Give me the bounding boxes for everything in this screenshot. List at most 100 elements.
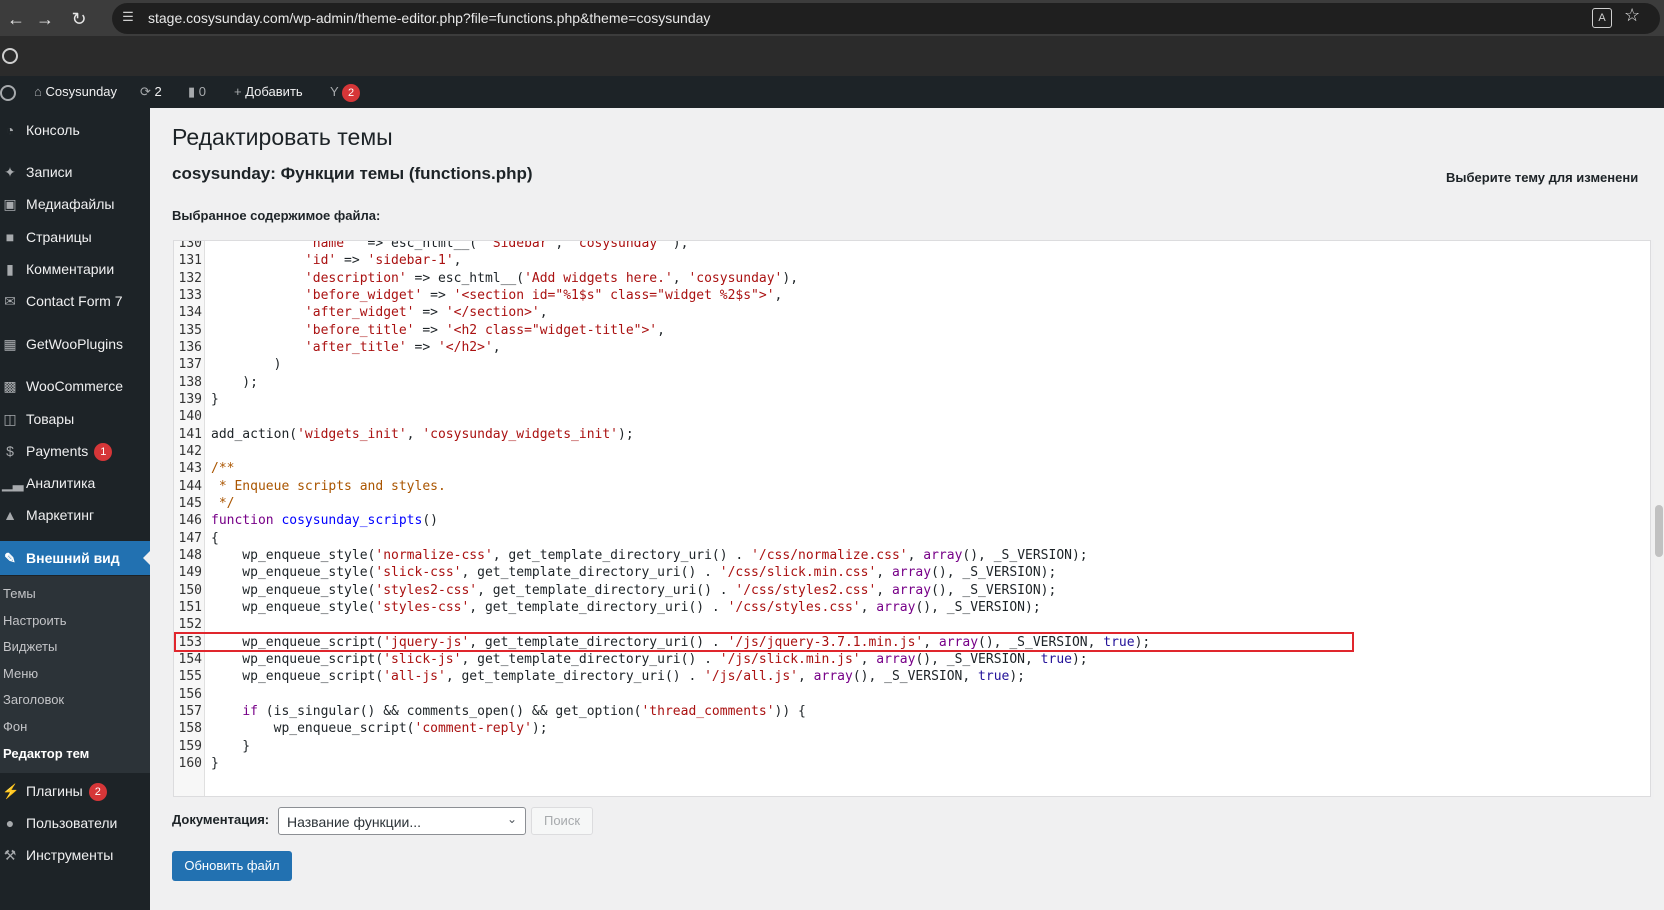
editor-scroll-thumb[interactable] — [1655, 505, 1663, 557]
submenu-widgets[interactable]: Виджеты — [3, 639, 57, 654]
code-line[interactable]: 131 'id' => 'sidebar-1', — [174, 252, 1650, 270]
code-text[interactable]: */ — [211, 495, 235, 513]
globe-icon[interactable] — [2, 48, 18, 64]
code-text[interactable]: /** — [211, 460, 234, 478]
code-line[interactable]: 141 add_action('widgets_init', 'cosysunda… — [174, 426, 1650, 444]
submenu-customize[interactable]: Настроить — [3, 613, 67, 628]
sidebar-item-woocommerce[interactable]: ▩ WooCommerce — [0, 369, 150, 403]
code-line[interactable]: 146 function cosysunday_scripts() — [174, 512, 1650, 530]
line-number: 145 — [178, 495, 202, 511]
site-settings-icon[interactable]: ☰ — [120, 9, 136, 25]
code-text[interactable]: wp_enqueue_script('all-js', get_template… — [211, 668, 1025, 686]
code-line[interactable]: 145 */ — [174, 495, 1650, 513]
submenu-theme-editor[interactable]: Редактор тем — [3, 746, 89, 761]
code-text[interactable]: wp_enqueue_script('slick-js', get_templa… — [211, 651, 1087, 669]
code-line[interactable]: 160} — [174, 755, 1650, 773]
code-text[interactable]: wp_enqueue_script('comment-reply'); — [211, 720, 548, 738]
sidebar-item-contact-form[interactable]: ✉ Contact Form 7 — [0, 284, 150, 318]
code-text[interactable]: 'before_title' => '<h2 class="widget-tit… — [211, 322, 665, 340]
code-line[interactable]: 148 wp_enqueue_style('normalize-css', ge… — [174, 547, 1650, 565]
code-text[interactable]: ) — [211, 356, 282, 374]
code-text[interactable]: 'after_widget' => '</section>', — [211, 304, 548, 322]
seo-link[interactable]: Y 2 — [330, 76, 361, 108]
code-line[interactable]: 136 'after_title' => '</h2>', — [174, 339, 1650, 357]
arrow-left-icon[interactable]: ← — [3, 6, 29, 32]
wordpress-logo-icon[interactable] — [0, 76, 16, 108]
code-line[interactable]: 156 — [174, 686, 1650, 704]
code-text[interactable]: wp_enqueue_style('styles2-css', get_temp… — [211, 582, 1056, 600]
code-text[interactable]: function cosysunday_scripts() — [211, 512, 438, 530]
function-name-select[interactable]: Название функции... ⌄ — [278, 807, 526, 835]
submenu-themes[interactable]: Темы — [3, 586, 36, 601]
sidebar-item-products[interactable]: ◫ Товары — [0, 402, 150, 436]
code-line[interactable]: 154 wp_enqueue_script('slick-js', get_te… — [174, 651, 1650, 669]
reload-icon[interactable]: ↻ — [66, 6, 92, 32]
sidebar-item-plugins[interactable]: ⚡ Плагины 2 — [0, 774, 150, 808]
code-line[interactable]: 149 wp_enqueue_style('slick-css', get_te… — [174, 564, 1650, 582]
code-text[interactable]: 'name' => esc_html__( 'Sidebar', 'cosysu… — [211, 241, 689, 253]
add-new-link[interactable]: + Добавить — [234, 76, 303, 108]
code-line[interactable]: 130 'name' => esc_html__( 'Sidebar', 'co… — [174, 241, 1650, 253]
code-text[interactable]: } — [211, 755, 219, 773]
code-text[interactable]: 'description' => esc_html__('Add widgets… — [211, 270, 798, 288]
translate-icon[interactable]: A — [1592, 8, 1612, 28]
code-line[interactable]: 147 { — [174, 530, 1650, 548]
code-line[interactable]: 159 } — [174, 738, 1650, 756]
sidebar-item-payments[interactable]: $ Payments 1 — [0, 434, 150, 468]
code-line[interactable]: 142 — [174, 443, 1650, 461]
sidebar-item-marketing[interactable]: ▲ Маркетинг — [0, 498, 150, 532]
sidebar-item-comments[interactable]: ▮ Комментарии — [0, 252, 150, 286]
code-text[interactable]: } — [211, 391, 219, 409]
code-line[interactable]: 151 wp_enqueue_style('styles-css', get_t… — [174, 599, 1650, 617]
code-text[interactable]: 'id' => 'sidebar-1', — [211, 252, 462, 270]
submenu-background[interactable]: Фон — [3, 719, 27, 734]
code-text[interactable]: wp_enqueue_style('slick-css', get_templa… — [211, 564, 1056, 582]
code-text[interactable]: 'before_widget' => '<section id="%1$s" c… — [211, 287, 782, 305]
code-line[interactable]: 135 'before_title' => '<h2 class="widget… — [174, 322, 1650, 340]
code-text[interactable]: ); — [211, 374, 258, 392]
sidebar-item-getwooplugins[interactable]: ▦ GetWooPlugins — [0, 327, 150, 361]
code-line[interactable]: 143 /** — [174, 460, 1650, 478]
sidebar-item-pages[interactable]: ■ Страницы — [0, 220, 150, 254]
line-number: 156 — [178, 686, 202, 702]
submenu-menus[interactable]: Меню — [3, 666, 38, 681]
lookup-button[interactable]: Поиск — [531, 807, 593, 835]
site-name-link[interactable]: ⌂ Cosysunday — [34, 76, 117, 108]
code-line[interactable]: 140 — [174, 408, 1650, 426]
sidebar-item-posts[interactable]: ✦ Записи — [0, 155, 150, 189]
code-line[interactable]: 134 'after_widget' => '</section>', — [174, 304, 1650, 322]
updates-link[interactable]: ⟳ 2 — [140, 76, 162, 108]
code-line[interactable]: 132 'description' => esc_html__('Add wid… — [174, 270, 1650, 288]
code-line[interactable]: 144 * Enqueue scripts and styles. — [174, 478, 1650, 496]
code-text[interactable]: if (is_singular() && comments_open() && … — [211, 703, 806, 721]
code-line[interactable]: 139} — [174, 391, 1650, 409]
code-editor[interactable]: 130 'name' => esc_html__( 'Sidebar', 'co… — [173, 240, 1651, 797]
arrow-right-icon[interactable]: → — [32, 6, 58, 32]
sidebar-item-media[interactable]: ▣ Медиафайлы — [0, 187, 150, 221]
sidebar-item-console[interactable]: ◔ Консоль — [0, 113, 150, 147]
submenu-header[interactable]: Заголовок — [3, 692, 64, 707]
code-text[interactable]: } — [211, 738, 250, 756]
code-line[interactable]: 137 ) — [174, 356, 1650, 374]
comments-link[interactable]: ▮ 0 — [188, 76, 206, 108]
code-text[interactable]: wp_enqueue_style('normalize-css', get_te… — [211, 547, 1087, 565]
sidebar-item-analytics[interactable]: ▁▃ Аналитика — [0, 466, 150, 500]
star-icon[interactable]: ☆ — [1624, 5, 1640, 26]
sidebar-item-appearance[interactable]: ✎ Внешний вид — [0, 541, 151, 575]
url-text[interactable]: stage.cosysunday.com/wp-admin/theme-edit… — [148, 10, 710, 26]
code-line[interactable]: 133 'before_widget' => '<section id="%1$… — [174, 287, 1650, 305]
sidebar-item-users[interactable]: ● Пользователи — [0, 806, 150, 840]
code-line[interactable]: 155 wp_enqueue_script('all-js', get_temp… — [174, 668, 1650, 686]
code-text[interactable]: { — [211, 530, 219, 548]
code-text[interactable]: wp_enqueue_style('styles-css', get_templ… — [211, 599, 1040, 617]
code-line[interactable]: 150 wp_enqueue_style('styles2-css', get_… — [174, 582, 1650, 600]
sidebar-item-tools[interactable]: ⚒ Инструменты — [0, 838, 150, 872]
code-text[interactable]: * Enqueue scripts and styles. — [211, 478, 446, 496]
code-line[interactable]: 158 wp_enqueue_script('comment-reply'); — [174, 720, 1650, 738]
update-file-button[interactable]: Обновить файл — [172, 851, 292, 881]
code-text[interactable]: add_action('widgets_init', 'cosysunday_w… — [211, 426, 634, 444]
code-text[interactable]: 'after_title' => '</h2>', — [211, 339, 501, 357]
code-line[interactable]: 157 if (is_singular() && comments_open()… — [174, 703, 1650, 721]
theme-select-label: Выберите тему для изменени — [1446, 170, 1639, 185]
code-line[interactable]: 138 ); — [174, 374, 1650, 392]
